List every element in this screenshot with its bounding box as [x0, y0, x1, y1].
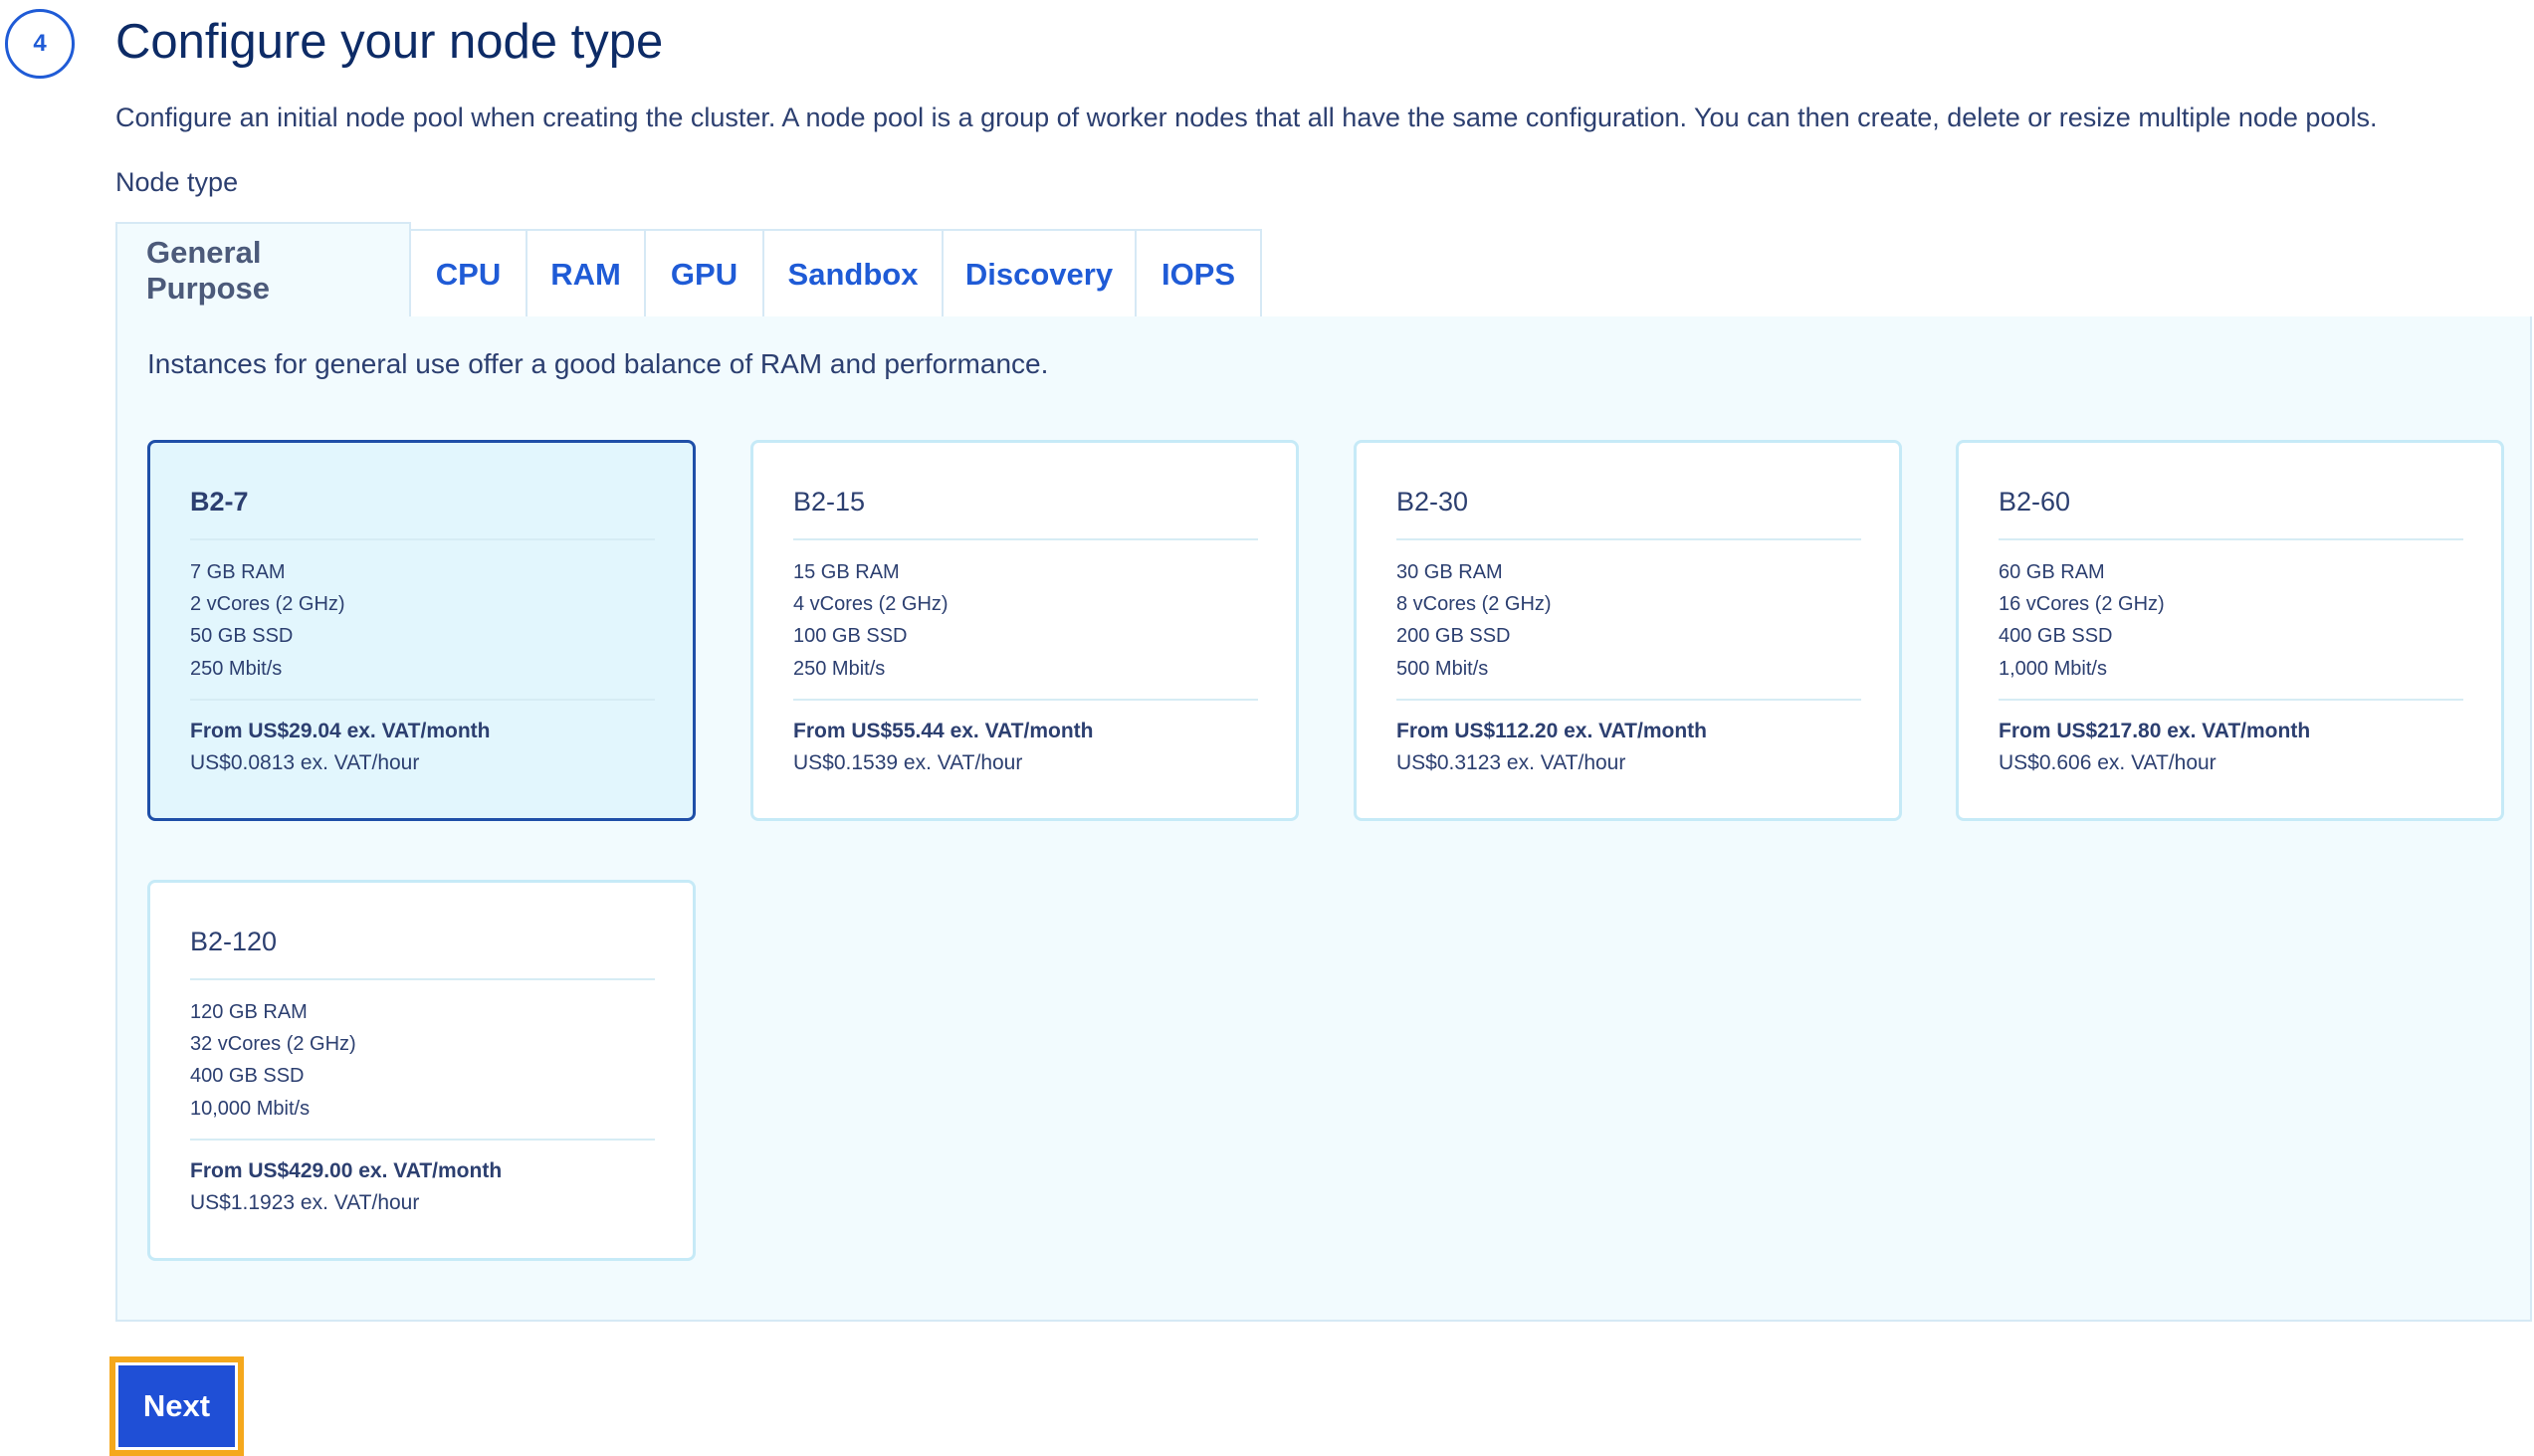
tab-discovery[interactable]: Discovery [944, 229, 1137, 317]
spec-vcores: 8 vCores (2 GHz) [1396, 593, 1552, 615]
next-button[interactable]: Next [118, 1365, 235, 1447]
card-divider [190, 1139, 655, 1141]
spec-ram: 30 GB RAM [1396, 561, 1503, 583]
card-divider [190, 978, 655, 980]
price-per-month: From US$217.80 ex. VAT/month [1999, 720, 2311, 742]
node-card-b2-15[interactable]: B2-15 15 GB RAM 4 vCores (2 GHz) 100 GB … [750, 440, 1299, 821]
spec-vcores: 16 vCores (2 GHz) [1999, 593, 2165, 615]
spec-storage: 50 GB SSD [190, 625, 294, 647]
card-divider [1396, 699, 1861, 701]
spec-storage: 400 GB SSD [1999, 625, 2113, 647]
spec-storage: 200 GB SSD [1396, 625, 1511, 647]
card-divider [1999, 538, 2463, 540]
node-card-name: B2-60 [1999, 487, 2071, 517]
price-per-month: From US$29.04 ex. VAT/month [190, 720, 491, 742]
node-card-name: B2-15 [793, 487, 866, 517]
price-per-hour: US$1.1923 ex. VAT/hour [190, 1191, 420, 1214]
spec-ram: 120 GB RAM [190, 1001, 308, 1023]
panel-description: Instances for general use offer a good b… [147, 348, 1049, 379]
card-divider [793, 538, 1258, 540]
node-card-b2-7[interactable]: B2-7 7 GB RAM 2 vCores (2 GHz) 50 GB SSD… [147, 440, 696, 821]
price-per-hour: US$0.0813 ex. VAT/hour [190, 751, 420, 774]
node-card-b2-30[interactable]: B2-30 30 GB RAM 8 vCores (2 GHz) 200 GB … [1354, 440, 1902, 821]
spec-ram: 7 GB RAM [190, 561, 286, 583]
card-divider [190, 699, 655, 701]
price-per-month: From US$112.20 ex. VAT/month [1396, 720, 1707, 742]
node-card-name: B2-120 [190, 927, 278, 956]
spec-bandwidth: 250 Mbit/s [190, 658, 283, 680]
spec-vcores: 2 vCores (2 GHz) [190, 593, 345, 615]
step-description: Configure an initial node pool when crea… [115, 103, 2378, 132]
tab-gpu[interactable]: GPU [646, 229, 764, 317]
card-divider [1999, 699, 2463, 701]
step-number-badge: 4 [5, 9, 75, 79]
spec-vcores: 4 vCores (2 GHz) [793, 593, 949, 615]
spec-storage: 400 GB SSD [190, 1065, 305, 1087]
node-card-b2-120[interactable]: B2-120 120 GB RAM 32 vCores (2 GHz) 400 … [147, 880, 696, 1261]
tab-sandbox[interactable]: Sandbox [764, 229, 944, 317]
page-title: Configure your node type [115, 15, 664, 69]
card-divider [1396, 538, 1861, 540]
tab-cpu[interactable]: CPU [411, 229, 528, 317]
spec-ram: 15 GB RAM [793, 561, 900, 583]
tab-panel-general-purpose: Instances for general use offer a good b… [115, 316, 2532, 1322]
spec-bandwidth: 250 Mbit/s [793, 658, 886, 680]
price-per-hour: US$0.606 ex. VAT/hour [1999, 751, 2217, 774]
node-card-b2-60[interactable]: B2-60 60 GB RAM 16 vCores (2 GHz) 400 GB… [1956, 440, 2504, 821]
spec-bandwidth: 500 Mbit/s [1396, 658, 1489, 680]
node-card-name: B2-7 [190, 487, 249, 517]
spec-bandwidth: 10,000 Mbit/s [190, 1098, 311, 1120]
tab-iops[interactable]: IOPS [1137, 229, 1262, 317]
node-type-label: Node type [115, 167, 239, 197]
price-per-month: From US$429.00 ex. VAT/month [190, 1159, 503, 1182]
spec-ram: 60 GB RAM [1999, 561, 2105, 583]
card-divider [793, 699, 1258, 701]
spec-bandwidth: 1,000 Mbit/s [1999, 658, 2107, 680]
price-per-hour: US$0.1539 ex. VAT/hour [793, 751, 1023, 774]
tab-general-purpose[interactable]: General Purpose [115, 222, 411, 317]
card-divider [190, 538, 655, 540]
tab-ram[interactable]: RAM [528, 229, 646, 317]
node-card-name: B2-30 [1396, 487, 1469, 517]
spec-vcores: 32 vCores (2 GHz) [190, 1033, 356, 1055]
price-per-month: From US$55.44 ex. VAT/month [793, 720, 1094, 742]
next-button-focus-ring: Next [109, 1356, 244, 1456]
node-type-tabs: General Purpose CPU RAM GPU Sandbox Disc… [115, 222, 1262, 317]
spec-storage: 100 GB SSD [793, 625, 908, 647]
price-per-hour: US$0.3123 ex. VAT/hour [1396, 751, 1626, 774]
